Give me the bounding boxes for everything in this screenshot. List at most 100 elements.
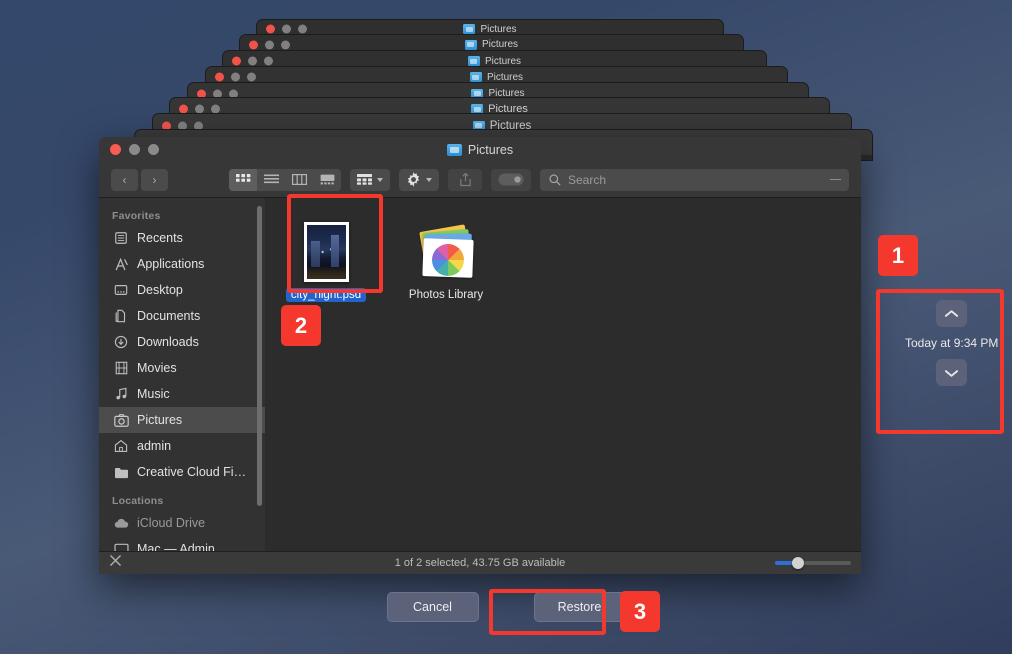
list-view-icon[interactable]: [257, 169, 285, 191]
folder-icon: [463, 24, 475, 34]
sidebar-item-downloads[interactable]: Downloads: [99, 329, 265, 355]
annotation-box-timeline: [876, 289, 1004, 434]
movies-icon: [113, 360, 129, 376]
sidebar-scrollbar[interactable]: [257, 206, 262, 506]
sidebar-item-pictures[interactable]: Pictures: [99, 407, 265, 433]
sidebar-item-music[interactable]: Music: [99, 381, 265, 407]
annotation-marker-3: 3: [620, 591, 660, 632]
search-icon: [549, 174, 561, 186]
sidebar-item-label: iCloud Drive: [137, 516, 205, 530]
gallery-view-icon[interactable]: [313, 169, 341, 191]
recents-icon: [113, 230, 129, 246]
sidebar-item-label: admin: [137, 439, 171, 453]
window-title-text: Pictures: [482, 39, 518, 50]
pinwheel-icon: [432, 244, 464, 276]
back-button[interactable]: ‹: [111, 169, 138, 191]
icon-view-icon[interactable]: [229, 169, 257, 191]
share-icon: [459, 172, 472, 187]
forward-button[interactable]: ›: [141, 169, 168, 191]
finder-titlebar: Pictures: [99, 137, 861, 162]
folder-icon: [113, 464, 129, 480]
home-icon: [113, 438, 129, 454]
pictures-folder-icon: [447, 144, 462, 156]
photos-library-icon: [414, 226, 478, 282]
traffic-lights: [215, 73, 256, 82]
folder-icon: [468, 56, 480, 66]
traffic-lights: [249, 40, 290, 49]
traffic-lights[interactable]: [110, 144, 159, 155]
arrange-icon: [357, 174, 372, 185]
annotation-marker-1: 1: [878, 235, 918, 276]
folder-icon: [465, 40, 477, 50]
window-title-text: Pictures: [480, 24, 516, 35]
window-title-text: Pictures: [485, 56, 521, 67]
sidebar-item-label: Documents: [137, 309, 200, 323]
sidebar-item-admin[interactable]: admin: [99, 433, 265, 459]
cancel-button[interactable]: Cancel: [387, 592, 479, 622]
close-button[interactable]: [110, 144, 121, 155]
file-item-photos-library[interactable]: Photos Library: [399, 210, 493, 306]
sidebar-item-label: Pictures: [137, 413, 182, 427]
window-title: Pictures: [465, 39, 518, 50]
sidebar-item-label: Downloads: [137, 335, 199, 349]
window-title: Pictures: [463, 24, 516, 35]
folder-icon: [470, 72, 482, 82]
status-text: 1 of 2 selected, 43.75 GB available: [99, 557, 861, 569]
sidebar-item-creative-cloud-files[interactable]: Creative Cloud Fi…: [99, 459, 265, 485]
traffic-lights: [232, 57, 273, 66]
window-title: Pictures: [447, 143, 513, 157]
minimize-button[interactable]: [129, 144, 140, 155]
zoom-slider[interactable]: [775, 561, 851, 565]
window-title: Pictures: [468, 56, 521, 67]
maximize-button[interactable]: [148, 144, 159, 155]
downloads-icon: [113, 334, 129, 350]
navigation-buttons[interactable]: ‹ ›: [111, 169, 168, 191]
sidebar-item-label: Movies: [137, 361, 177, 375]
gear-icon: [406, 172, 421, 187]
window-title: Pictures: [470, 72, 523, 83]
search-input[interactable]: [568, 173, 840, 187]
file-thumbnail: [411, 216, 481, 282]
sidebar-item-label: Music: [137, 387, 170, 401]
sidebar-item-mac-admin[interactable]: Mac — Admin: [99, 536, 265, 551]
finder-window[interactable]: Pictures ‹ ›: [99, 137, 861, 574]
view-mode-segmented-control[interactable]: [229, 169, 341, 191]
pictures-icon: [113, 412, 129, 428]
zoom-slider-knob[interactable]: [792, 557, 804, 569]
column-view-icon[interactable]: [285, 169, 313, 191]
annotation-box-restore: [489, 589, 606, 635]
file-label[interactable]: Photos Library: [404, 288, 488, 302]
sidebar-item-applications[interactable]: Applications: [99, 251, 265, 277]
sidebar-item-recents[interactable]: Recents: [99, 225, 265, 251]
desktop-icon: [113, 282, 129, 298]
sidebar-header-locations: Locations: [99, 485, 265, 510]
sidebar-item-label: Recents: [137, 231, 183, 245]
sidebar-item-documents[interactable]: Documents: [99, 303, 265, 329]
window-title-text: Pictures: [487, 72, 523, 83]
computer-icon: [113, 541, 129, 551]
cloud-icon: [113, 515, 129, 531]
finder-body: Favorites Recents Applications Desktop: [99, 198, 861, 551]
arrange-button[interactable]: [350, 169, 390, 191]
sidebar-item-movies[interactable]: Movies: [99, 355, 265, 381]
sidebar-item-label: Creative Cloud Fi…: [137, 465, 246, 479]
sidebar-item-label: Desktop: [137, 283, 183, 297]
search-field[interactable]: [540, 169, 849, 191]
applications-icon: [113, 256, 129, 272]
annotation-box-file: [287, 194, 383, 293]
finder-statusbar: 1 of 2 selected, 43.75 GB available: [99, 551, 861, 574]
tags-button[interactable]: [491, 169, 531, 191]
finder-sidebar: Favorites Recents Applications Desktop: [99, 198, 265, 551]
share-button[interactable]: [448, 169, 482, 191]
sidebar-item-label: Mac — Admin: [137, 542, 215, 551]
action-button[interactable]: [399, 169, 439, 191]
chevron-down-icon: [377, 178, 383, 182]
sidebar-item-label: Applications: [137, 257, 204, 271]
sidebar-item-icloud-drive[interactable]: iCloud Drive: [99, 510, 265, 536]
finder-toolbar: ‹ ›: [99, 162, 861, 198]
documents-icon: [113, 308, 129, 324]
window-title-text: Pictures: [468, 143, 513, 157]
chevron-down-icon: [426, 178, 432, 182]
sidebar-item-desktop[interactable]: Desktop: [99, 277, 265, 303]
annotation-marker-2: 2: [281, 305, 321, 346]
